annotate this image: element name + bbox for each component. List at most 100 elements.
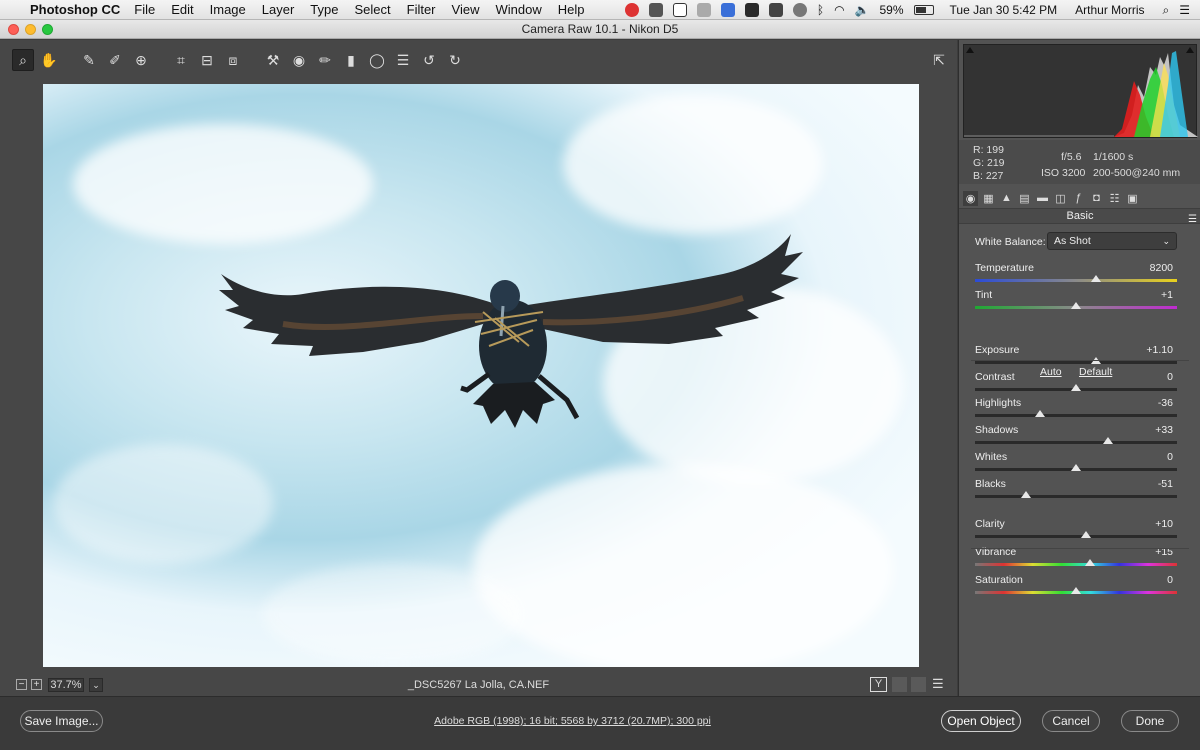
close-window-button[interactable]: [8, 24, 19, 35]
snapshots-tab-icon[interactable]: ▣: [1125, 191, 1140, 206]
minimize-window-button[interactable]: [25, 24, 36, 35]
slider-value[interactable]: +33: [1155, 424, 1173, 436]
color-sampler-tool-icon[interactable]: ✐: [104, 49, 126, 71]
slider-thumb[interactable]: [1071, 587, 1081, 594]
panel-menu-icon[interactable]: ☰: [1188, 212, 1197, 227]
slider-thumb[interactable]: [1081, 531, 1092, 538]
split-toning-tab-icon[interactable]: ▬: [1035, 191, 1050, 206]
slider-track[interactable]: [975, 535, 1177, 538]
tray-app-icon[interactable]: [696, 3, 711, 17]
crop-tool-icon[interactable]: ⌗: [170, 49, 192, 71]
wifi-icon[interactable]: ◠: [834, 3, 844, 17]
spot-removal-tool-icon[interactable]: ⚒: [262, 49, 284, 71]
menu-layer[interactable]: Layer: [262, 2, 295, 17]
photo-preview[interactable]: [43, 84, 919, 667]
battery-icon[interactable]: [913, 5, 934, 15]
lens-corrections-tab-icon[interactable]: ◫: [1053, 191, 1068, 206]
tone-curve-tab-icon[interactable]: ▦: [981, 191, 996, 206]
menu-help[interactable]: Help: [558, 2, 585, 17]
slider-value[interactable]: 0: [1167, 371, 1173, 383]
slider-blacks[interactable]: Blacks -51: [975, 478, 1177, 502]
slider-track[interactable]: [975, 495, 1177, 498]
slider-value[interactable]: -51: [1158, 478, 1173, 490]
rotate-right-icon[interactable]: ↻: [444, 49, 466, 71]
volume-icon[interactable]: 🔈: [855, 3, 870, 17]
slider-track[interactable]: [975, 279, 1177, 282]
slider-track[interactable]: [975, 361, 1177, 364]
slider-thumb[interactable]: [1071, 384, 1081, 391]
tray-app-icon[interactable]: [720, 3, 735, 17]
slider-value[interactable]: +10: [1155, 518, 1173, 530]
slider-value[interactable]: +1: [1161, 289, 1173, 301]
done-button[interactable]: Done: [1121, 710, 1179, 732]
tray-app-icon[interactable]: [672, 3, 687, 17]
menu-select[interactable]: Select: [354, 2, 390, 17]
fullscreen-toggle-icon[interactable]: ⇱: [928, 49, 950, 71]
preferences-icon[interactable]: ☰: [392, 49, 414, 71]
preview-area[interactable]: [0, 80, 957, 674]
menu-file[interactable]: File: [134, 2, 155, 17]
slider-value[interactable]: 8200: [1150, 262, 1173, 274]
user-menu[interactable]: Arthur Morris: [1075, 3, 1144, 17]
straighten-tool-icon[interactable]: ⊟: [196, 49, 218, 71]
adjustment-brush-icon[interactable]: ✏: [314, 49, 336, 71]
highlight-clipping-icon[interactable]: [1186, 47, 1194, 53]
menu-image[interactable]: Image: [210, 2, 246, 17]
slider-thumb[interactable]: [1103, 437, 1114, 444]
basic-tab-icon[interactable]: ◉: [963, 190, 978, 206]
slider-thumb[interactable]: [1020, 491, 1031, 498]
slider-temperature[interactable]: Temperature 8200: [975, 262, 1177, 286]
transform-tool-icon[interactable]: ⧈: [222, 49, 244, 71]
presets-tab-icon[interactable]: ☷: [1107, 191, 1122, 206]
hand-tool-icon[interactable]: ✋: [38, 49, 60, 71]
camera-calibration-tab-icon[interactable]: ◘: [1089, 191, 1104, 206]
target-adjustment-tool-icon[interactable]: ⊕: [130, 49, 152, 71]
menu-list-icon[interactable]: ☰: [1179, 3, 1190, 17]
tray-app-icon[interactable]: [744, 3, 759, 17]
white-balance-select[interactable]: As Shot ⌄: [1047, 232, 1177, 250]
menu-edit[interactable]: Edit: [171, 2, 193, 17]
menu-filter[interactable]: Filter: [407, 2, 436, 17]
slider-thumb[interactable]: [1091, 275, 1102, 282]
zoom-tool-icon[interactable]: ⌕: [12, 49, 34, 71]
hsl-tab-icon[interactable]: ▤: [1017, 191, 1032, 206]
slider-value[interactable]: -36: [1158, 397, 1173, 409]
tray-app-icon[interactable]: [768, 3, 783, 17]
tray-app-icon[interactable]: [792, 3, 807, 17]
slider-thumb[interactable]: [1071, 302, 1081, 309]
app-menu[interactable]: Photoshop CC: [30, 2, 120, 17]
slider-vibrance[interactable]: Vibrance +15: [975, 546, 1177, 570]
slider-value[interactable]: +1.10: [1146, 344, 1173, 356]
slider-tint[interactable]: Tint +1: [975, 289, 1177, 313]
tray-app-icon[interactable]: [624, 3, 639, 17]
slider-shadows[interactable]: Shadows +33: [975, 424, 1177, 448]
slider-track[interactable]: [975, 563, 1177, 566]
shadow-clipping-icon[interactable]: [966, 47, 974, 53]
slider-clarity[interactable]: Clarity +10: [975, 518, 1177, 542]
menu-window[interactable]: Window: [495, 2, 541, 17]
menu-type[interactable]: Type: [310, 2, 338, 17]
clock[interactable]: Tue Jan 30 5:42 PM: [950, 3, 1058, 17]
slider-thumb[interactable]: [1085, 559, 1096, 566]
copy-settings-icon[interactable]: [911, 677, 926, 692]
effects-tab-icon[interactable]: ƒ: [1071, 191, 1086, 206]
detail-tab-icon[interactable]: ▲: [999, 191, 1014, 206]
default-button[interactable]: Default: [1079, 366, 1112, 378]
slider-saturation[interactable]: Saturation 0: [975, 574, 1177, 598]
swap-before-after-icon[interactable]: [892, 677, 907, 692]
cancel-button[interactable]: Cancel: [1042, 710, 1100, 732]
before-after-toggle[interactable]: Y: [870, 677, 887, 692]
bluetooth-icon[interactable]: ᛒ: [817, 3, 824, 17]
slider-track[interactable]: [975, 414, 1177, 417]
search-icon[interactable]: ⌕: [1163, 3, 1170, 18]
zoom-window-button[interactable]: [42, 24, 53, 35]
rotate-left-icon[interactable]: ↺: [418, 49, 440, 71]
slider-highlights[interactable]: Highlights -36: [975, 397, 1177, 421]
slider-whites[interactable]: Whites 0: [975, 451, 1177, 475]
open-object-button[interactable]: Open Object: [941, 710, 1021, 732]
radial-filter-icon[interactable]: ◯: [366, 49, 388, 71]
red-eye-tool-icon[interactable]: ◉: [288, 49, 310, 71]
slider-track[interactable]: [975, 441, 1177, 444]
tray-app-icon[interactable]: [648, 3, 663, 17]
slider-exposure[interactable]: Exposure +1.10: [975, 344, 1177, 368]
